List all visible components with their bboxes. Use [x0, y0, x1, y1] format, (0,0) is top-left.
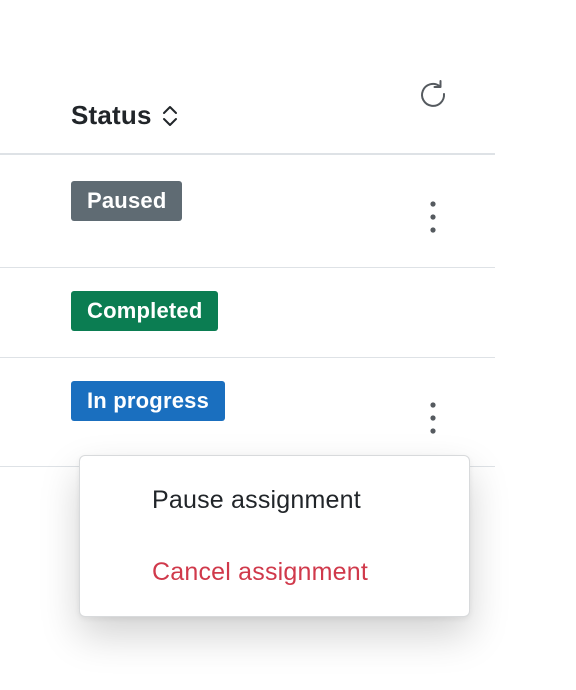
- pause-assignment-menu-item[interactable]: Pause assignment: [152, 486, 361, 515]
- status-badge: In progress: [71, 381, 226, 421]
- status-badge: Completed: [71, 291, 219, 331]
- row-actions-button[interactable]: [420, 197, 446, 237]
- refresh-icon: [421, 80, 446, 107]
- table-header: Status: [0, 0, 495, 155]
- row-actions-button[interactable]: [420, 398, 446, 438]
- sort-icon[interactable]: [161, 103, 179, 129]
- more-vertical-icon: [430, 201, 436, 233]
- cancel-assignment-menu-item[interactable]: Cancel assignment: [152, 558, 368, 587]
- refresh-button[interactable]: [418, 79, 450, 111]
- table-row: In progress: [0, 358, 495, 467]
- table-row: Completed: [0, 268, 495, 358]
- status-column-header[interactable]: Status: [71, 100, 179, 131]
- table-row: Paused: [0, 155, 495, 268]
- status-header-label: Status: [71, 100, 152, 130]
- row-actions-menu: Pause assignment Cancel assignment: [79, 455, 470, 617]
- more-vertical-icon: [430, 402, 436, 434]
- status-badge: Paused: [71, 181, 183, 221]
